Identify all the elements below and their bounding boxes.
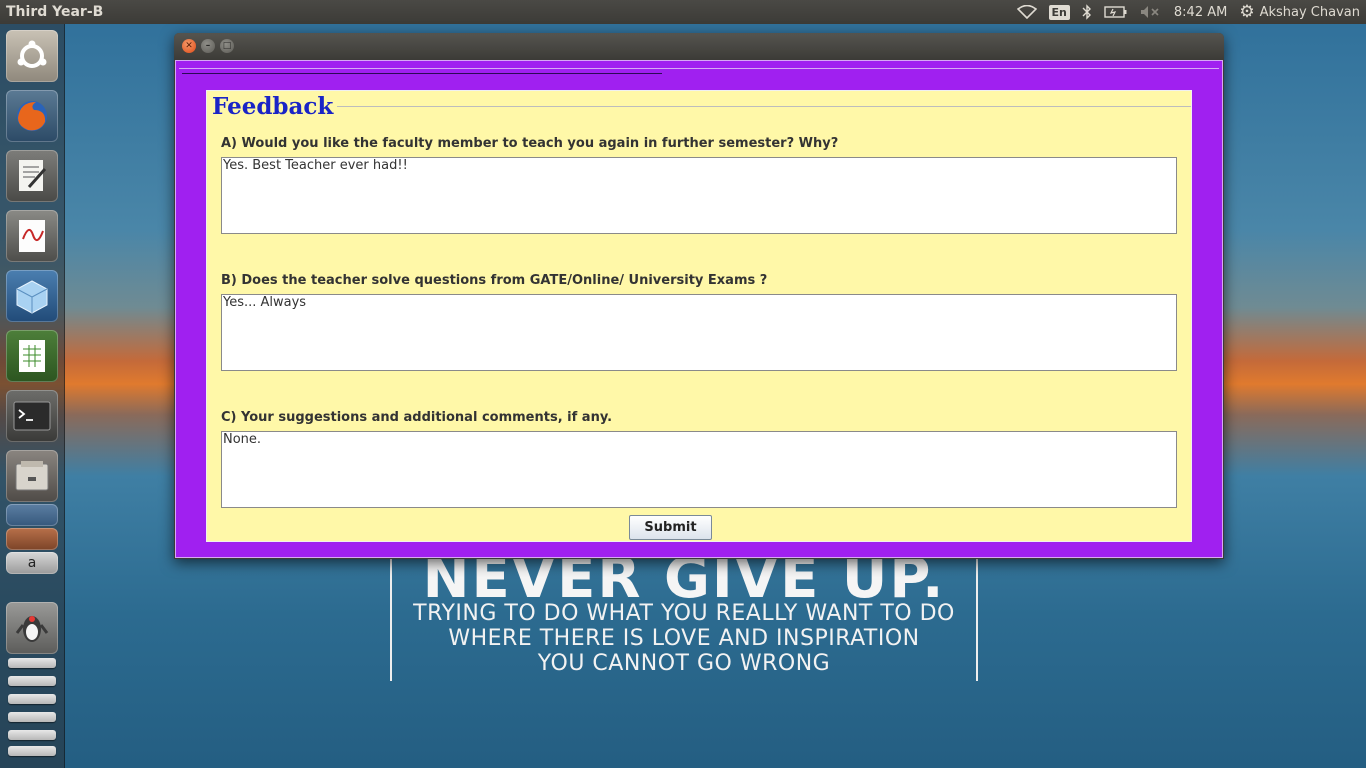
- indicator-area: En 8:42 AM ⚙ Akshay Chavan: [1016, 0, 1360, 24]
- launcher-stack-item[interactable]: [8, 694, 56, 704]
- maximize-icon: □: [222, 41, 232, 51]
- page-title: Feedback: [212, 93, 338, 120]
- launcher: a: [0, 24, 65, 768]
- battery-icon[interactable]: [1104, 5, 1128, 19]
- answer-b-field[interactable]: Yes... Always: [221, 294, 1177, 371]
- amazon-icon[interactable]: a: [6, 552, 58, 574]
- close-icon: ✕: [185, 41, 193, 51]
- java-icon[interactable]: [6, 602, 58, 654]
- question-a-label: A) Would you like the faculty member to …: [221, 136, 839, 151]
- writer-icon[interactable]: [6, 504, 58, 526]
- wallpaper-line: TRYING TO DO WHAT YOU REALLY WANT TO DO: [413, 601, 955, 626]
- window-content: Feedback A) Would you like the faculty m…: [175, 60, 1223, 558]
- feedback-window: ✕ – □ Feedback A) Would you like the fac…: [174, 33, 1224, 559]
- wallpaper-line: WHERE THERE IS LOVE AND INSPIRATION: [448, 626, 920, 651]
- divider: [329, 106, 1191, 107]
- virtualbox-icon[interactable]: [6, 270, 58, 322]
- divider: [179, 68, 1219, 69]
- answer-c-field[interactable]: None.: [221, 431, 1177, 508]
- ubuntu-icon[interactable]: [6, 30, 58, 82]
- document-viewer-icon[interactable]: [6, 210, 58, 262]
- active-app-title: Third Year-B: [6, 4, 104, 20]
- bluetooth-icon[interactable]: [1082, 4, 1092, 20]
- firefox-icon[interactable]: [6, 90, 58, 142]
- wallpaper-headline: NEVER GIVE UP.: [422, 555, 946, 601]
- volume-muted-icon[interactable]: [1140, 5, 1162, 19]
- language-badge: En: [1048, 4, 1070, 20]
- launcher-stack-item[interactable]: [8, 746, 56, 756]
- files-icon[interactable]: [6, 450, 58, 502]
- terminal-icon[interactable]: [6, 390, 58, 442]
- keyboard-layout-indicator[interactable]: En: [1048, 4, 1070, 20]
- window-titlebar[interactable]: ✕ – □: [174, 33, 1224, 60]
- launcher-stack-item[interactable]: [8, 712, 56, 722]
- session-menu[interactable]: ⚙ Akshay Chavan: [1239, 2, 1360, 22]
- feedback-panel: Feedback A) Would you like the faculty m…: [206, 90, 1192, 542]
- divider: [182, 73, 662, 74]
- question-c-label: C) Your suggestions and additional comme…: [221, 410, 613, 425]
- clock[interactable]: 8:42 AM: [1174, 5, 1227, 20]
- user-name: Akshay Chavan: [1259, 4, 1360, 20]
- close-button[interactable]: ✕: [182, 39, 196, 53]
- submit-button[interactable]: Submit: [629, 515, 712, 540]
- minimize-icon: –: [205, 41, 211, 51]
- launcher-stack-item[interactable]: [8, 730, 56, 740]
- launcher-stack-item[interactable]: [8, 658, 56, 668]
- minimize-button[interactable]: –: [201, 39, 215, 53]
- text-editor-icon[interactable]: [6, 150, 58, 202]
- question-b-label: B) Does the teacher solve questions from…: [221, 273, 768, 288]
- wallpaper-quote: NEVER GIVE UP. TRYING TO DO WHAT YOU REA…: [390, 555, 978, 681]
- wallpaper-line: YOU CANNOT GO WRONG: [537, 651, 831, 676]
- top-panel: Third Year-B En 8:42 AM ⚙ Akshay Chavan: [0, 0, 1366, 24]
- wifi-icon[interactable]: [1016, 5, 1037, 19]
- spreadsheet-icon[interactable]: [6, 330, 58, 382]
- maximize-button[interactable]: □: [220, 39, 234, 53]
- impress-icon[interactable]: [6, 528, 58, 550]
- answer-a-field[interactable]: Yes. Best Teacher ever had!!: [221, 157, 1177, 234]
- gear-icon: ⚙: [1239, 2, 1255, 22]
- launcher-stack-item[interactable]: [8, 676, 56, 686]
